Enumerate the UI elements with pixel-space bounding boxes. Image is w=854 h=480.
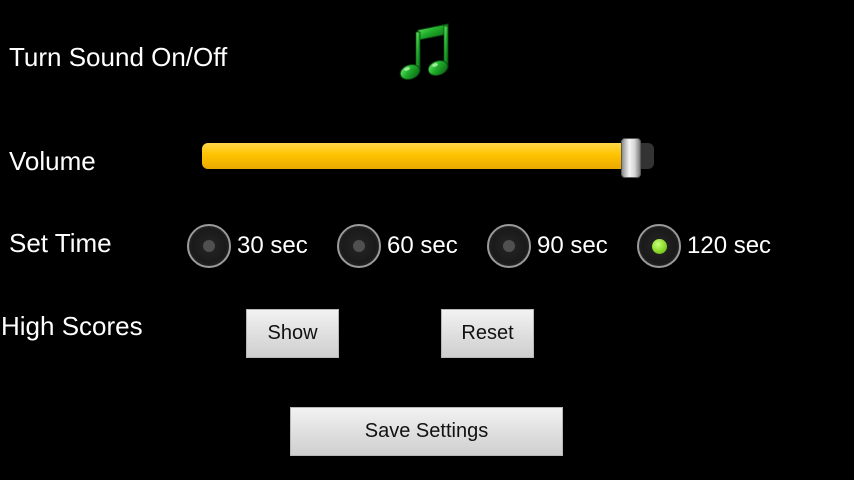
time-option-90-radio[interactable]: 90 sec	[487, 222, 608, 270]
radio-button-icon[interactable]	[637, 224, 681, 268]
reset-scores-button[interactable]: Reset	[441, 309, 534, 358]
radio-indicator	[203, 240, 215, 252]
volume-label: Volume	[9, 146, 96, 176]
time-option-label: 90 sec	[537, 232, 608, 259]
volume-slider-thumb[interactable]	[621, 138, 642, 178]
volume-slider[interactable]	[202, 138, 654, 180]
music-note-icon[interactable]	[398, 22, 454, 82]
show-scores-button[interactable]: Show	[246, 309, 339, 358]
radio-button-icon[interactable]	[187, 224, 231, 268]
time-option-label: 120 sec	[687, 232, 772, 259]
radio-button-icon[interactable]	[487, 224, 531, 268]
time-option-60-radio[interactable]: 60 sec	[337, 222, 458, 270]
sound-toggle-label: Turn Sound On/Off	[9, 42, 228, 72]
radio-indicator	[503, 240, 515, 252]
set-time-label: Set Time	[9, 228, 112, 258]
radio-indicator	[651, 238, 667, 254]
time-option-30-radio[interactable]: 30 sec	[187, 222, 308, 270]
save-settings-button[interactable]: Save Settings	[290, 407, 563, 456]
high-scores-label: High Scores	[1, 311, 143, 341]
volume-slider-fill	[202, 143, 632, 169]
time-option-label: 60 sec	[387, 232, 458, 259]
time-option-label: 30 sec	[237, 232, 308, 259]
settings-screen: Turn Sound On/Off Volume Set Time 30 sec…	[0, 0, 854, 480]
radio-button-icon[interactable]	[337, 224, 381, 268]
time-option-120-radio[interactable]: 120 sec	[637, 222, 771, 270]
radio-indicator	[353, 240, 365, 252]
